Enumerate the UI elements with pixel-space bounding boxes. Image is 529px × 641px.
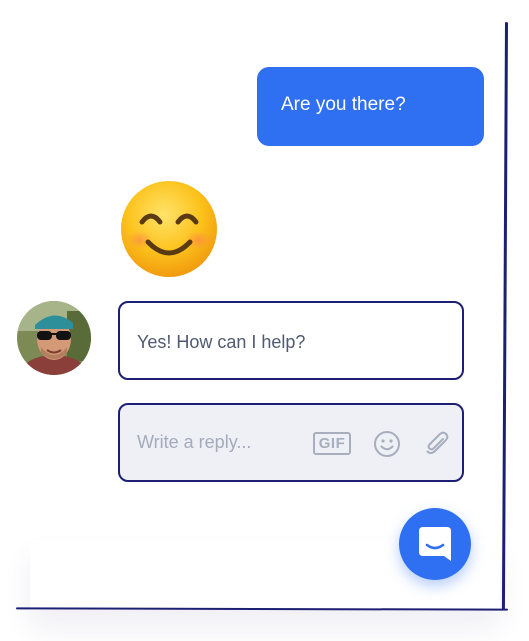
agent-avatar <box>17 301 91 375</box>
window-border-right <box>501 21 508 610</box>
chat-widget: Are you there? Yes! How can I help? Writ… <box>0 0 529 641</box>
incoming-message-text: Yes! How can I help? <box>137 332 306 352</box>
reply-input[interactable] <box>137 432 307 453</box>
chat-launcher-button[interactable] <box>399 508 471 580</box>
outgoing-message-text: Are you there? <box>281 94 406 115</box>
smiley-icon[interactable] <box>373 430 401 458</box>
window-border-bottom <box>15 607 509 611</box>
reply-composer: GIF <box>118 403 464 482</box>
incoming-message-bubble: Yes! How can I help? <box>118 301 464 380</box>
outgoing-message-bubble: Are you there? <box>257 67 484 146</box>
gif-button[interactable]: GIF <box>313 432 351 455</box>
chat-bubble-icon <box>419 527 451 561</box>
smiling-face-emoji-icon <box>120 180 218 278</box>
paperclip-icon[interactable] <box>423 430 451 458</box>
